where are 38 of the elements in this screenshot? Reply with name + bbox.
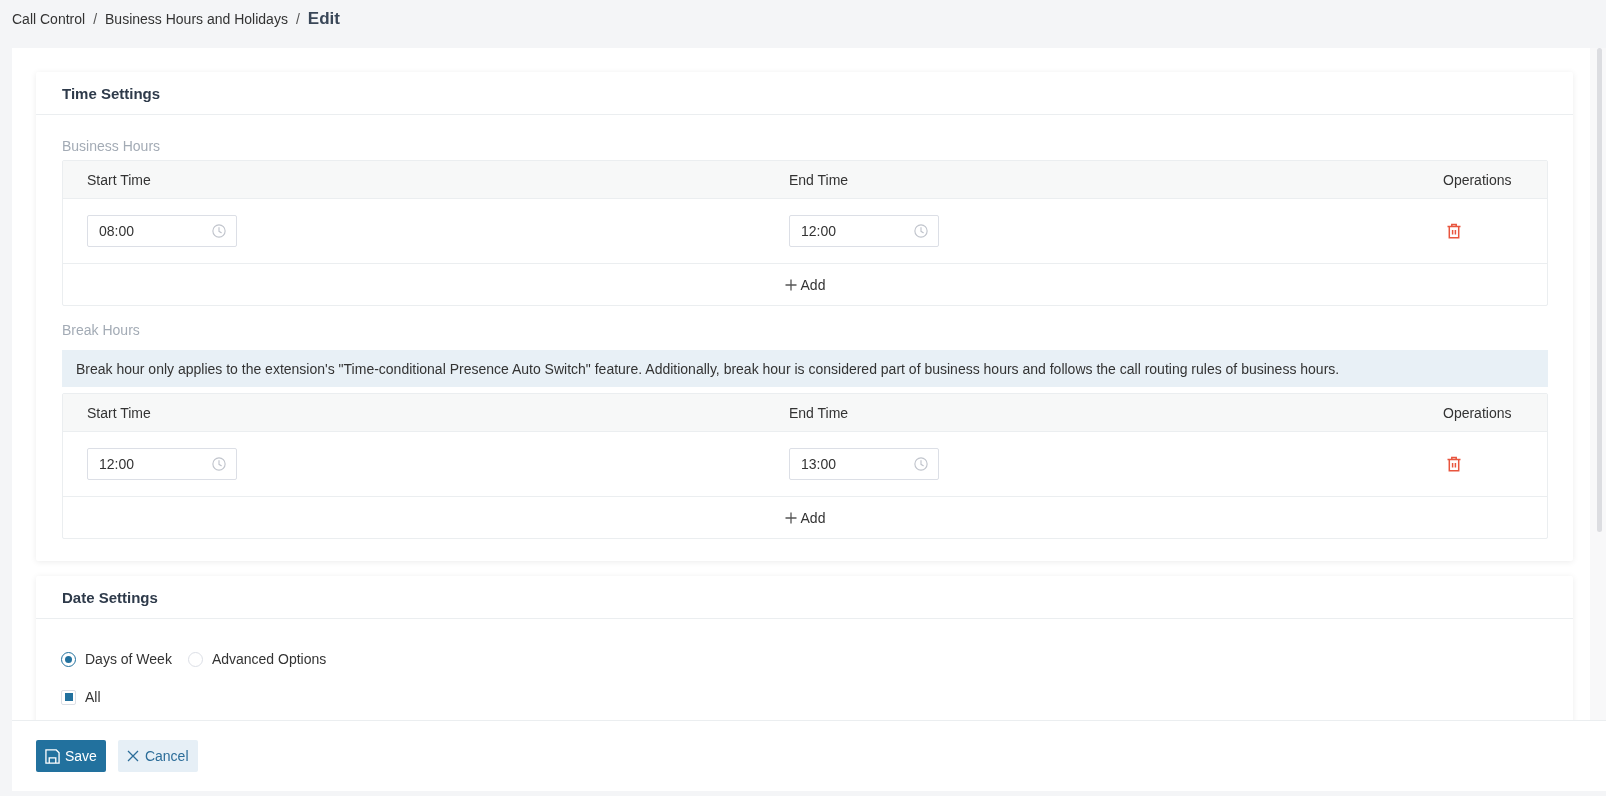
clock-icon — [914, 457, 928, 471]
card-title: Date Settings — [62, 588, 158, 606]
breadcrumb-link[interactable]: Call Control — [12, 11, 86, 27]
column-header: Start Time — [87, 171, 151, 188]
close-icon — [126, 750, 139, 762]
trash-icon[interactable] — [1446, 456, 1462, 472]
breadcrumb-current: Edit — [307, 9, 340, 29]
plus-icon — [784, 278, 797, 291]
add-button[interactable]: Add — [784, 509, 826, 526]
clock-icon — [212, 457, 226, 471]
save-icon — [45, 748, 60, 764]
column-header: Operations — [1443, 404, 1512, 421]
breadcrumb-link[interactable]: Business Hours and Holidays — [105, 11, 288, 27]
breadcrumb-separator: / — [295, 11, 300, 27]
card-title: Time Settings — [62, 84, 161, 102]
time-field[interactable]: 13:00 — [789, 448, 939, 480]
add-button[interactable]: Add — [784, 276, 826, 293]
time-field[interactable]: 12:00 — [789, 215, 939, 247]
trash-icon[interactable] — [1446, 223, 1462, 239]
column-header: Operations — [1443, 171, 1512, 188]
checkbox-option[interactable]: All — [61, 687, 101, 707]
column-header: Start Time — [87, 404, 151, 421]
section-label: Business Hours — [62, 138, 161, 154]
section-label: Break Hours — [62, 322, 140, 338]
time-field[interactable]: 12:00 — [87, 448, 237, 480]
radio-option[interactable]: Advanced Options — [187, 649, 327, 669]
column-header: End Time — [789, 171, 849, 188]
scrollbar-thumb[interactable] — [1597, 48, 1602, 532]
plus-icon — [784, 511, 797, 524]
column-header: End Time — [789, 404, 849, 421]
clock-icon — [212, 224, 226, 238]
time-field[interactable]: 08:00 — [87, 215, 237, 247]
clock-icon — [914, 224, 928, 238]
save-button[interactable]: Save — [36, 740, 106, 772]
radio-option[interactable]: Days of Week — [61, 649, 172, 669]
breadcrumb-separator: / — [93, 11, 98, 27]
cancel-button[interactable]: Cancel — [117, 740, 198, 772]
info-banner: Break hour only applies to the extension's "Time-conditional Presence Auto Switch" feature. Additionally, break hour is considered part of business hours and follows the call routing rules of business hours. — [62, 350, 1548, 387]
